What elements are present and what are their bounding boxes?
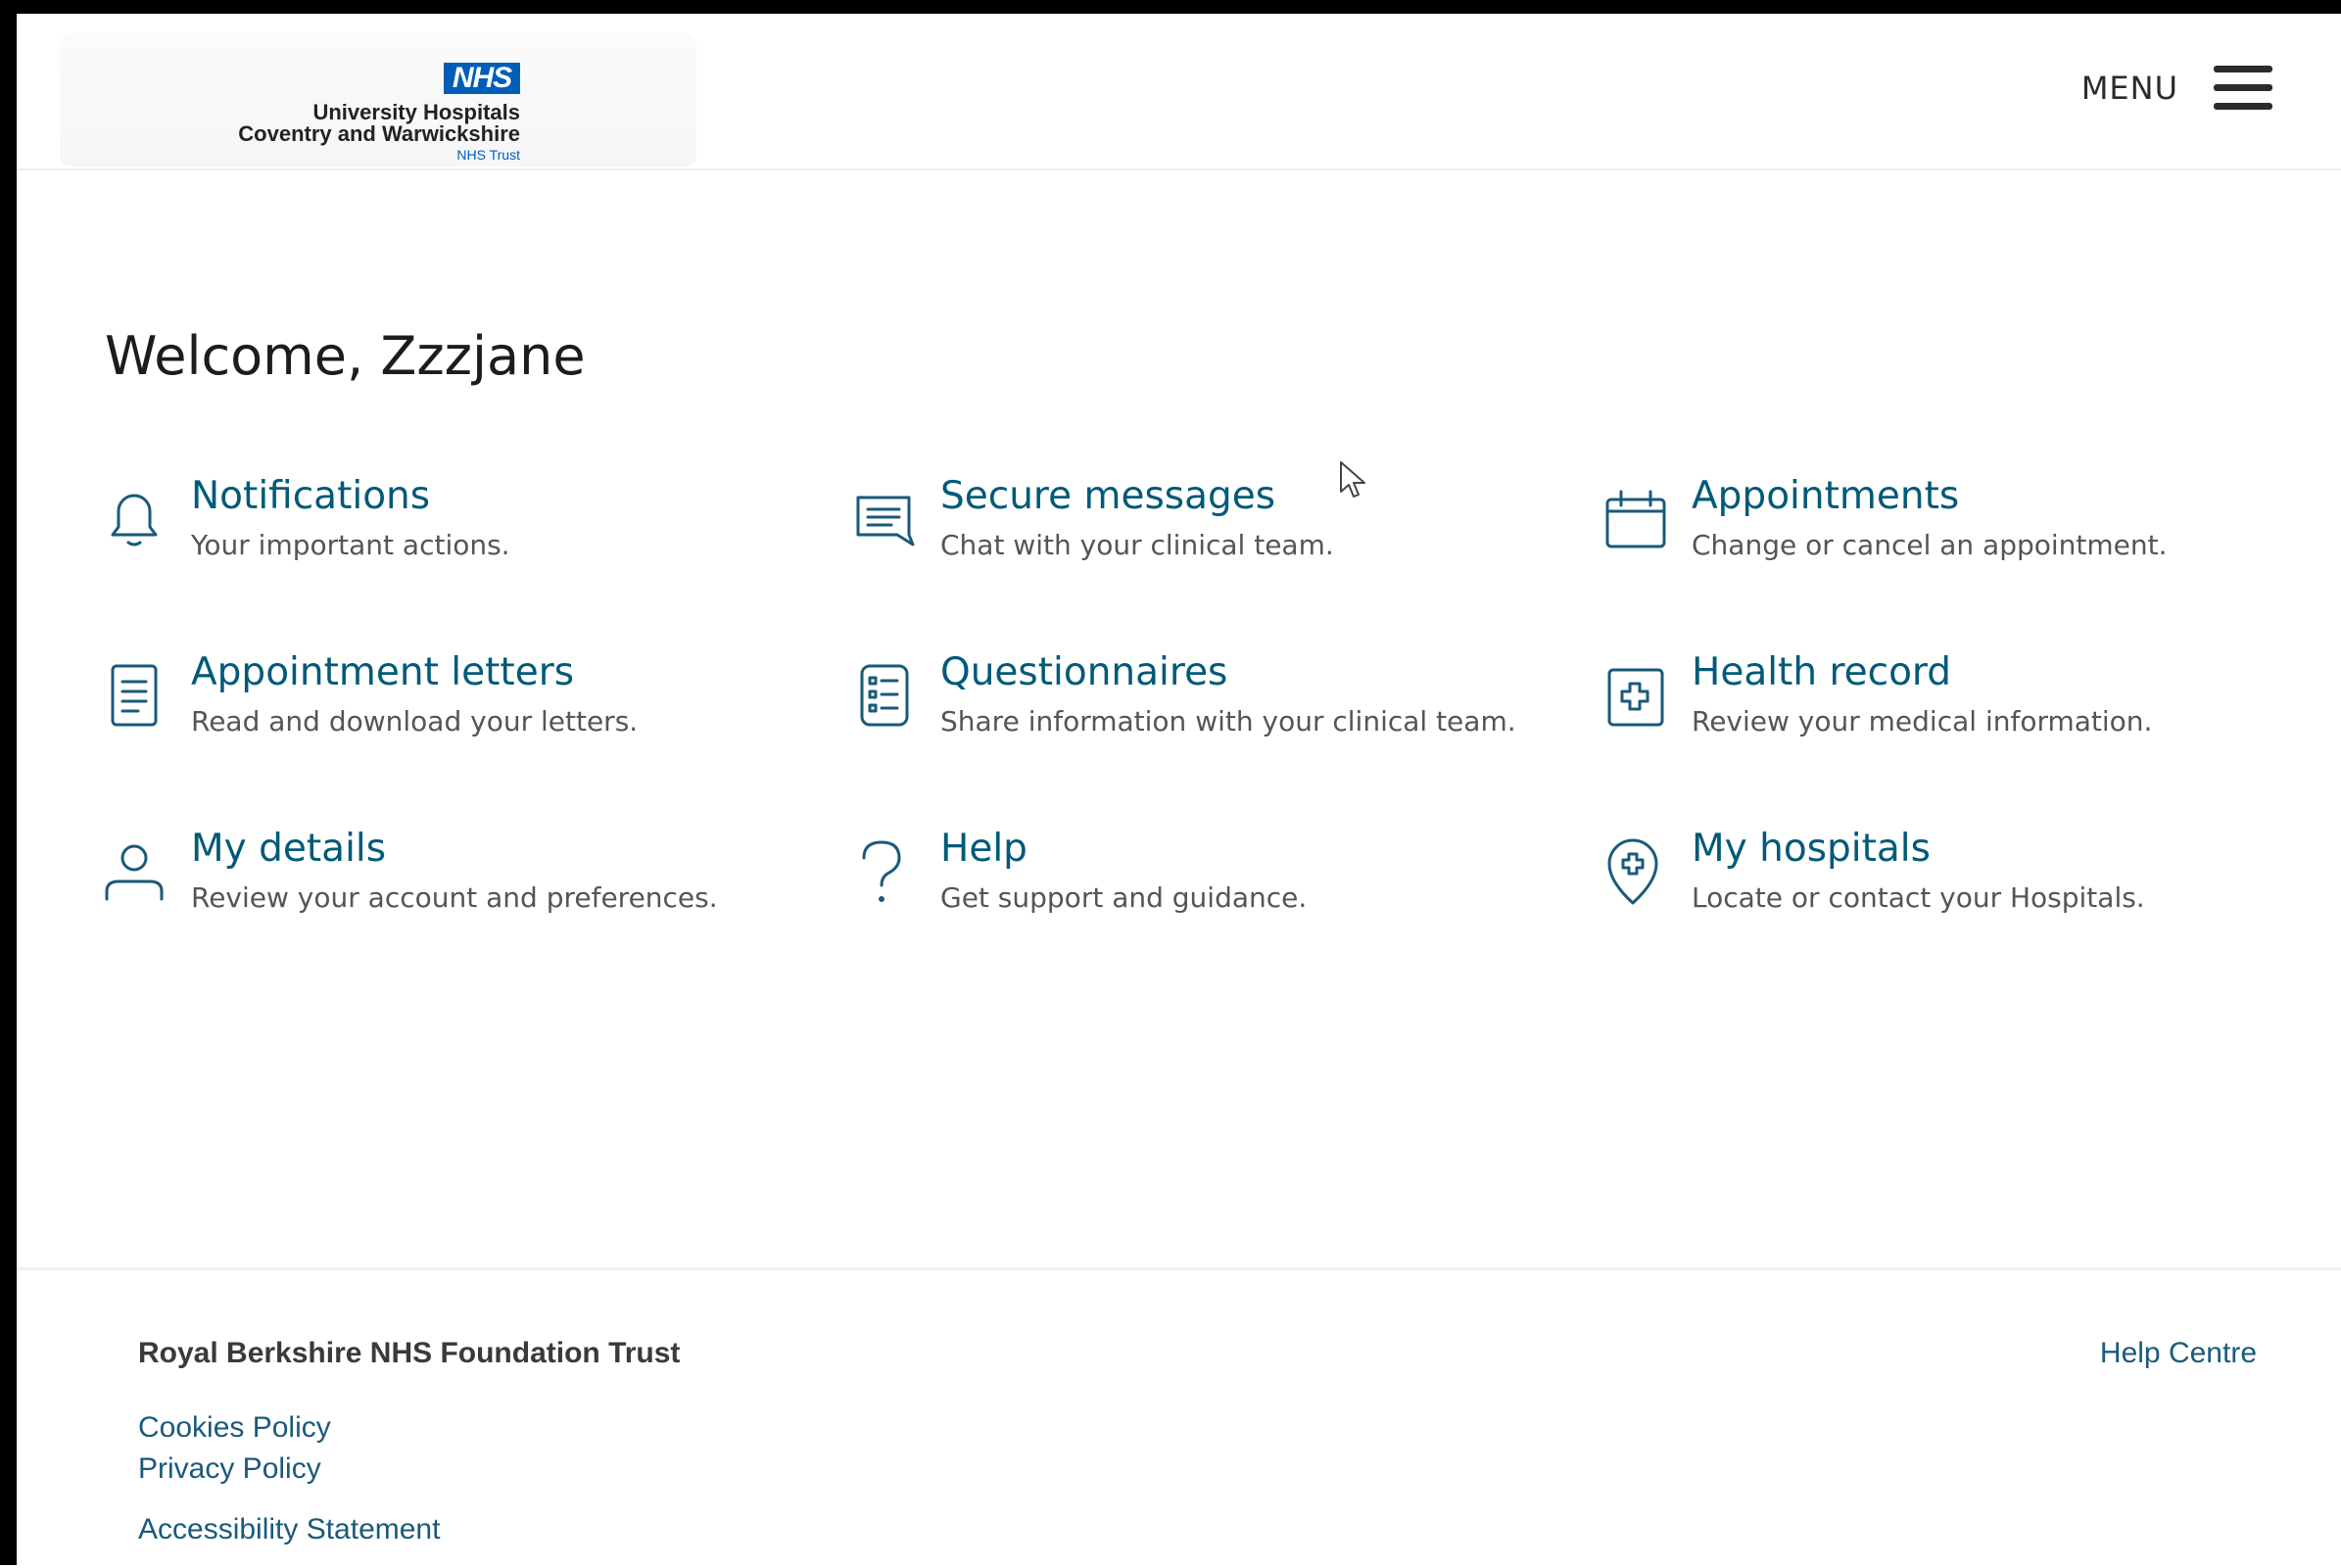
- tile-description: Review your medical information.: [1692, 705, 2153, 737]
- logo-line-trust: NHS Trust: [456, 147, 520, 163]
- tile-title[interactable]: Secure messages: [940, 474, 1275, 518]
- tile-description: Review your account and preferences.: [191, 881, 718, 914]
- tile-secure-messages[interactable]: Secure messages Chat with your clinical …: [852, 474, 1557, 592]
- question-icon: [852, 836, 915, 907]
- tile-title[interactable]: Health record: [1692, 650, 1951, 694]
- page: NHS University Hospitals Coventry and Wa…: [17, 14, 2341, 1568]
- mouse-cursor-icon: [1339, 460, 1368, 499]
- menu-label: MENU: [2080, 70, 2178, 107]
- message-icon: [852, 484, 915, 554]
- tile-description: Locate or contact your Hospitals.: [1692, 881, 2145, 914]
- health-record-icon: [1603, 660, 1666, 731]
- tile-health-record[interactable]: Health record Review your medical inform…: [1603, 650, 2309, 768]
- accessibility-statement-link[interactable]: Accessibility Statement: [138, 1513, 440, 1546]
- header: NHS University Hospitals Coventry and Wa…: [17, 14, 2341, 170]
- cookies-policy-link[interactable]: Cookies Policy: [138, 1411, 331, 1445]
- tile-notifications[interactable]: Notifications Your important actions.: [103, 474, 808, 592]
- help-centre-link[interactable]: Help Centre: [2100, 1337, 2257, 1370]
- tile-description: Read and download your letters.: [191, 705, 639, 737]
- tile-my-details[interactable]: My details Review your account and prefe…: [103, 827, 808, 944]
- person-icon: [103, 836, 166, 907]
- screen-frame-left: [0, 0, 17, 1565]
- tile-title[interactable]: Help: [940, 827, 1027, 871]
- tile-description: Change or cancel an appointment.: [1692, 529, 2168, 561]
- document-icon: [103, 660, 166, 731]
- tile-title[interactable]: Notifications: [191, 474, 430, 518]
- tile-description: Your important actions.: [191, 529, 510, 561]
- nhs-logo[interactable]: NHS University Hospitals Coventry and Wa…: [236, 63, 520, 180]
- footer-trust-name: Royal Berkshire NHS Foundation Trust: [138, 1337, 681, 1369]
- tile-help[interactable]: Help Get support and guidance.: [852, 827, 1557, 944]
- welcome-heading: Welcome, Zzzjane: [105, 325, 586, 387]
- tile-title[interactable]: My details: [191, 827, 386, 871]
- tile-questionnaires[interactable]: Questionnaires Share information with yo…: [852, 650, 1557, 768]
- hamburger-icon: [2214, 66, 2272, 111]
- screen-frame-top: [0, 0, 2341, 14]
- calendar-icon: [1603, 484, 1666, 554]
- tile-title[interactable]: Questionnaires: [940, 650, 1227, 694]
- tile-my-hospitals[interactable]: My hospitals Locate or contact your Hosp…: [1603, 827, 2309, 944]
- tile-title[interactable]: My hospitals: [1692, 827, 1931, 871]
- menu-button[interactable]: MENU: [2081, 61, 2272, 116]
- hospital-location-icon: [1603, 836, 1666, 907]
- tile-title[interactable]: Appointments: [1692, 474, 1959, 518]
- checklist-icon: [852, 660, 915, 731]
- logo-line-coventry: Coventry and Warwickshire: [238, 121, 520, 146]
- tile-description: Get support and guidance.: [940, 881, 1308, 914]
- tile-appointment-letters[interactable]: Appointment letters Read and download yo…: [103, 650, 808, 768]
- logo-panel: NHS University Hospitals Coventry and Wa…: [60, 33, 696, 166]
- nhs-badge: NHS: [444, 63, 520, 94]
- privacy-policy-link[interactable]: Privacy Policy: [138, 1452, 321, 1486]
- footer: Royal Berkshire NHS Foundation Trust Coo…: [17, 1267, 2341, 1568]
- tile-description: Share information with your clinical tea…: [940, 705, 1516, 737]
- tile-title[interactable]: Appointment letters: [191, 650, 574, 694]
- tile-description: Chat with your clinical team.: [940, 529, 1334, 561]
- bell-icon: [103, 484, 166, 554]
- tile-appointments[interactable]: Appointments Change or cancel an appoint…: [1603, 474, 2309, 592]
